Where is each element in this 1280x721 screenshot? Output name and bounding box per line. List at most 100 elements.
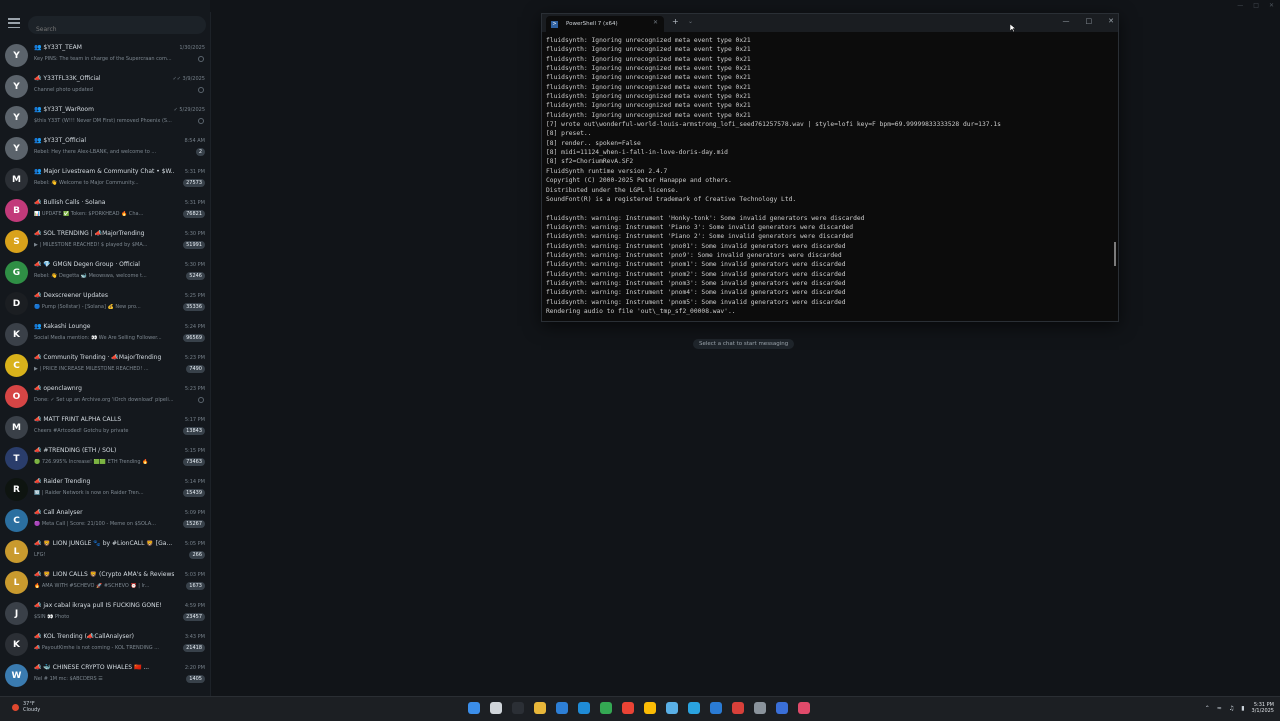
empty-chat-message: Select a chat to start messaging <box>693 339 795 349</box>
chat-preview: 📣 PayoutKimhe is not coming - KOL TRENDI… <box>34 645 159 651</box>
chat-list-item[interactable]: K 📣 KOL Trending (📣CallAnalyser) 3:43 PM 📣 … <box>0 629 210 660</box>
terminal-line: [8] sf2=ChoriumRevA.SF2 <box>546 158 634 166</box>
chat-list-item[interactable]: Y 👥 $Y33T_WarRoom ✓ 5/29/2025 $this Y33T (W… <box>0 102 210 133</box>
unread-badge: 2 <box>195 148 205 156</box>
volume-icon[interactable]: ♫ <box>1229 705 1234 712</box>
chat-list-item[interactable]: M 👥 Major Livestream & Community Chat • $… <box>0 164 210 195</box>
wifi-icon[interactable]: ≈ <box>1217 705 1222 712</box>
chat-list-item[interactable]: O 📣 openclawnrg 5:23 PM Done: ✓ Set up an A… <box>0 381 210 412</box>
battery-icon[interactable]: ▮ <box>1241 705 1244 712</box>
chat-title: 📣 Y33TFL33K_Official <box>34 75 101 82</box>
chat-time: 5:30 PM <box>184 262 205 268</box>
hamburger-menu-icon[interactable] <box>8 18 20 28</box>
unread-badge: 5246 <box>186 272 205 280</box>
chat-list-item[interactable]: Y 👥 $Y33T_Official 8:54 AM Rebel: Hey there… <box>0 133 210 164</box>
chat-time: 5:30 PM <box>184 231 205 237</box>
file-explorer-icon[interactable] <box>534 702 546 714</box>
vscode-icon[interactable] <box>710 702 722 714</box>
chat-list-item[interactable]: J 📣 jax cabal ikraya pull IS FUCKING GONE… <box>0 598 210 629</box>
chat-title: 📣 🐳 CHINESE CRYPTO WHALES 🇨🇳 ... <box>34 664 150 671</box>
telegram-icon[interactable] <box>688 702 700 714</box>
chrome-profile-2-icon[interactable] <box>644 702 656 714</box>
chat-list-item[interactable]: Y 👥 $Y33T_TEAM 1/30/2025 Key PINS: The team… <box>0 40 210 71</box>
telegram-minimize-button[interactable]: — <box>1237 2 1243 9</box>
chat-list-item[interactable]: L 📣 🦁 LION JUNGLE 🐾 by #LionCALL 🦁 [Ga...… <box>0 536 210 567</box>
chat-title: 📣 Bullish Calls · Solana <box>34 199 106 206</box>
chat-list-item[interactable]: L 📣 🦁 LION CALLS 🦁 (Crypto AMA's & Review… <box>0 567 210 598</box>
avatar: D <box>5 292 28 315</box>
pin-icon <box>198 397 204 403</box>
app-blue-icon[interactable] <box>776 702 788 714</box>
chat-preview: Cheers #Artcoded! Gotchu by private <box>34 428 129 434</box>
tab-close-icon[interactable]: ✕ <box>653 19 658 26</box>
search-box[interactable] <box>28 16 206 39</box>
chat-list-item[interactable]: Y 📣 Y33TFL33K_Official ✓✓ 3/9/2025 Channel … <box>0 71 210 102</box>
terminal-maximize-button[interactable]: □ <box>1086 17 1093 25</box>
chat-time: 5:14 PM <box>184 479 205 485</box>
terminal-line: fluidsynth: warning: Instrument 'pnom5':… <box>546 298 846 306</box>
new-tab-icon[interactable]: + <box>672 17 679 26</box>
terminal-output[interactable]: fluidsynth: Ignoring unrecognized meta e… <box>546 36 1108 319</box>
terminal-tab[interactable]: > PowerShell 7 (x64) ✕ <box>546 16 664 32</box>
app-red-icon[interactable] <box>732 702 744 714</box>
terminal-title-bar[interactable]: > PowerShell 7 (x64) ✕ + ⌄ — □ ✕ <box>542 14 1118 32</box>
avatar: Y <box>5 137 28 160</box>
clock[interactable]: 5:31 PM 3/1/2025 <box>1252 702 1274 714</box>
chevron-up-icon[interactable]: ⌃ <box>1205 705 1210 712</box>
unread-badge: 51991 <box>183 241 205 249</box>
chat-list-item[interactable]: M 📣 MATT FRINT ALPHA CALLS 5:17 PM Cheers #… <box>0 412 210 443</box>
chat-list-item[interactable]: T 📣 #TRENDING (ETH / SOL) 5:15 PM 🟢 726.995… <box>0 443 210 474</box>
terminal-window[interactable]: > PowerShell 7 (x64) ✕ + ⌄ — □ ✕ fluidsy… <box>541 13 1119 322</box>
settings-icon[interactable] <box>754 702 766 714</box>
chat-list-item[interactable]: D 📣 Dexscreener Updates 5:25 PM 🔵 Pump (Sol… <box>0 288 210 319</box>
chat-list-item[interactable]: W 📣 🐳 CHINESE CRYPTO WHALES 🇨🇳 ... 2:20 PM… <box>0 660 210 691</box>
powershell-icon: > <box>551 20 558 28</box>
terminal-scrollbar[interactable] <box>1114 242 1116 266</box>
chevron-down-icon[interactable]: ⌄ <box>688 18 693 25</box>
terminal-minimize-button[interactable]: — <box>1063 17 1070 25</box>
chat-list: Y 👥 $Y33T_TEAM 1/30/2025 Key PINS: The team… <box>0 40 210 691</box>
edge-icon[interactable] <box>578 702 590 714</box>
terminal-line: fluidsynth: warning: Instrument 'pno01':… <box>546 242 846 250</box>
unread-badge: 1405 <box>186 675 205 683</box>
unread-badge: 35336 <box>183 303 205 311</box>
terminal-line: fluidsynth: warning: Instrument 'pno9': … <box>546 251 842 259</box>
task-view-icon[interactable] <box>490 702 502 714</box>
chat-title: 👥 Kakashi Lounge <box>34 323 91 330</box>
chat-list-item[interactable]: K 👥 Kakashi Lounge 5:24 PM Social Media men… <box>0 319 210 350</box>
terminal-close-button[interactable]: ✕ <box>1108 17 1114 25</box>
chat-title: 📣 🦁 LION CALLS 🦁 (Crypto AMA's & Reviews… <box>34 571 174 578</box>
notepad-icon[interactable] <box>666 702 678 714</box>
chat-time: 5:25 PM <box>184 293 205 299</box>
chat-time: 4:59 PM <box>184 603 205 609</box>
unread-badge: 23457 <box>183 613 205 621</box>
chat-list-item[interactable]: S 📣 SOL TRENDING | 📣MajorTrending 5:30 PM ▶… <box>0 226 210 257</box>
store-icon[interactable] <box>556 702 568 714</box>
chat-list-item[interactable]: B 📣 Bullish Calls · Solana 5:31 PM 📊 UPDATE… <box>0 195 210 226</box>
avatar: L <box>5 540 28 563</box>
chat-list-item[interactable]: C 📣 Call Analyser 5:09 PM 🟣 Meta Call | Sco… <box>0 505 210 536</box>
chat-preview: Done: ✓ Set up an Archive.org 'iOrch dow… <box>34 397 174 403</box>
terminal-line: FluidSynth runtime version 2.4.7 <box>546 167 668 175</box>
chat-time: 5:24 PM <box>184 324 205 330</box>
app-pink-icon[interactable] <box>798 702 810 714</box>
unread-badge: 21418 <box>183 644 205 652</box>
weather-widget[interactable]: 37°F Cloudy <box>12 701 40 713</box>
start-icon[interactable] <box>468 702 480 714</box>
chat-title: 📣 SOL TRENDING | 📣MajorTrending <box>34 230 145 237</box>
unread-badge: 15267 <box>183 520 205 528</box>
telegram-maximize-button[interactable]: □ <box>1253 2 1259 9</box>
chat-title: 👥 $Y33T_Official <box>34 137 86 144</box>
windows-taskbar: 37°F Cloudy ⌃ ≈ ♫ ▮ 5:31 PM 3/1/2025 <box>0 696 1280 721</box>
chrome-profile-icon[interactable] <box>622 702 634 714</box>
avatar: K <box>5 633 28 656</box>
chat-list-item[interactable]: R 📣 Raider Trending 5:14 PM 🔟 | Raider Netw… <box>0 474 210 505</box>
terminal-app-icon[interactable] <box>512 702 524 714</box>
search-input[interactable] <box>28 20 206 39</box>
telegram-close-button[interactable]: ✕ <box>1269 2 1274 9</box>
chat-list-item[interactable]: C 📣 Community Trending · 📣MajorTrending 5:… <box>0 350 210 381</box>
chat-list-item[interactable]: G 📣 💎 GMGN Degen Group · Official 5:30 PM R… <box>0 257 210 288</box>
chat-preview: 🟣 Meta Call | Score: 21/100 - Meme on $S… <box>34 521 156 527</box>
unread-badge: 73463 <box>183 458 205 466</box>
chrome-icon[interactable] <box>600 702 612 714</box>
